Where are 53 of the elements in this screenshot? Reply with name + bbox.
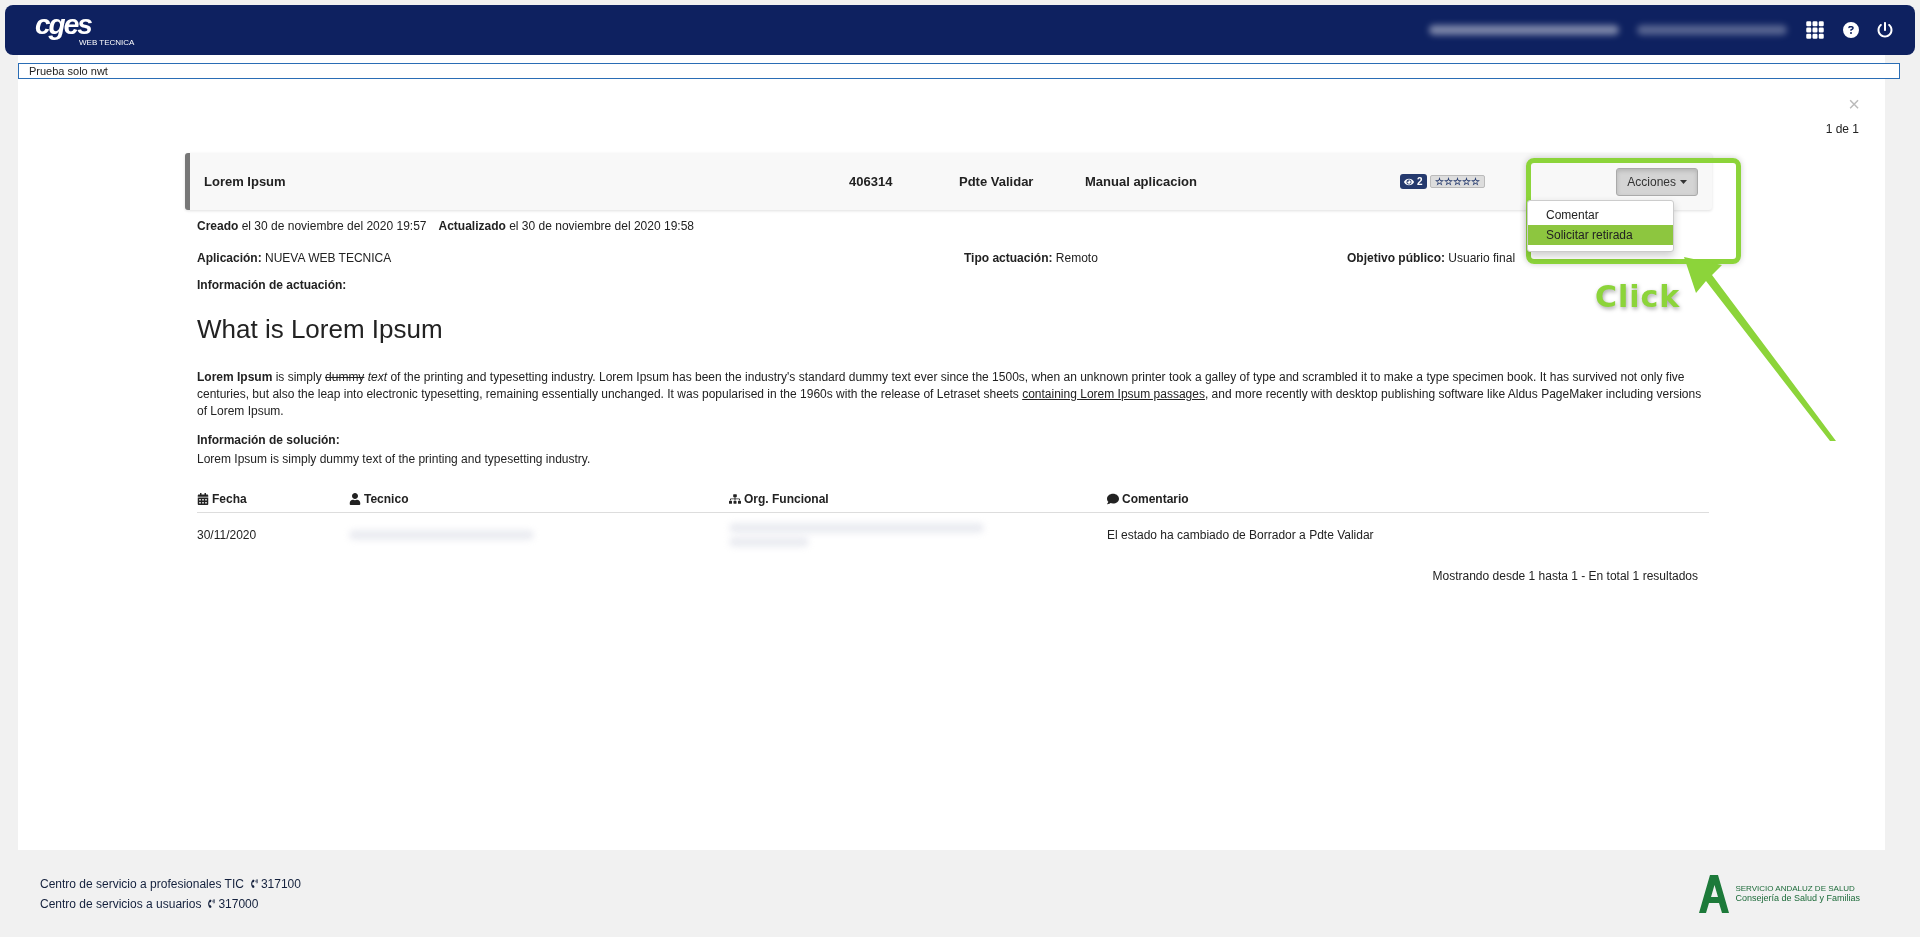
- menu-item[interactable]: Solicitar retirada: [1528, 224, 1673, 245]
- section-label: Información de solución:: [196, 432, 341, 447]
- contact-label: Centro de servicio a profesionales TIC: [40, 876, 244, 891]
- section-label: Información de actuación:: [196, 277, 348, 292]
- hierarchy-icon: [729, 493, 741, 505]
- apps-grid-icon[interactable]: [1805, 20, 1825, 40]
- record-status: Pdte Validar: [959, 174, 1035, 189]
- views-badge: 2: [1400, 174, 1427, 189]
- speech-bubble-icon: [1107, 493, 1119, 505]
- column-header: Org. Funcional: [729, 492, 1107, 506]
- content-paragraph: Lorem Ipsum is simply dummy text of the printing and typesetting industry. Lorem Ipsum has been the industry's standard dummy text ever since the 1500s, when an unknown printer took a galley of type and scrambled it to make a type specimen book. It has survived not only five centuries, but also the leap into electronic typesetting, remaining essentially unchanged. It was popularised in the 1960s with the release of Letraset sheets containing Lorem Ipsum passages, and more recently with desktop publishing software like Aldus PageMaker including versions of Lorem Ipsum.: [197, 369, 1703, 420]
- phone-number: 317000: [218, 896, 259, 911]
- caret-icon: [1680, 179, 1687, 184]
- user-icon: [349, 493, 361, 505]
- record-type: Manual aplicacion: [1085, 174, 1198, 189]
- contact-label: Centro de servicios a usuarios: [40, 896, 202, 911]
- actions-button[interactable]: Acciones: [1616, 167, 1698, 196]
- table-cell-text: 30/11/2020: [197, 528, 258, 542]
- date-text: Creado el 30 de noviembre del 2020 19:57: [197, 219, 427, 233]
- callout-text: Click: [1595, 279, 1681, 314]
- pager-text: 1 de 1: [1825, 122, 1859, 136]
- passages-link[interactable]: containing Lorem Ipsum passages: [1022, 387, 1205, 401]
- star-icon: ☆: [1461, 176, 1471, 187]
- phone-icon: [207, 899, 217, 908]
- brand-subtitle: Consejería de Salud y Familias: [1735, 893, 1860, 903]
- phone-number: 317100: [260, 876, 301, 891]
- table-cell-text: El estado ha cambiado de Borrador a Pdte Validar: [1107, 528, 1375, 542]
- star-icon: ☆: [1443, 176, 1453, 187]
- record-title: Lorem Ipsum: [204, 174, 287, 189]
- content-heading: What is Lorem Ipsum: [197, 314, 444, 345]
- field-text: Tipo actuación: Remoto: [964, 251, 1099, 265]
- column-header: Fecha: [197, 492, 349, 506]
- field-text: Aplicación: NUEVA WEB TECNICA: [197, 251, 393, 265]
- results-summary: Mostrando desde 1 hasta 1 - En total 1 resultados: [1432, 569, 1698, 583]
- star-icon: ☆: [1452, 176, 1462, 187]
- record-number: 406314: [849, 174, 894, 189]
- calendar-icon: [197, 493, 209, 505]
- menu-item[interactable]: Comentar: [1528, 204, 1673, 225]
- date-text: Actualizado el 30 de noviembre del 2020 19:58: [438, 219, 694, 233]
- column-header: Tecnico: [349, 492, 729, 506]
- help-icon[interactable]: [1843, 22, 1859, 38]
- power-icon[interactable]: [1877, 22, 1893, 38]
- phone-icon: [249, 879, 259, 888]
- logo-subtitle: WEB TECNICA: [79, 38, 135, 47]
- notice-field[interactable]: Prueba solo nwt: [18, 63, 1900, 79]
- brand-name: SERVICIO ANDALUZ DE SALUD: [1735, 884, 1856, 893]
- column-header: Comentario: [1107, 492, 1709, 506]
- brand-logo-icon: [1699, 874, 1730, 913]
- solution-text: Lorem Ipsum is simply dummy text of the printing and typesetting industry.: [196, 451, 592, 466]
- star-icon: ☆: [1470, 176, 1480, 187]
- eye-icon: [1404, 176, 1414, 187]
- star-icon: ☆: [1434, 176, 1444, 187]
- field-text: Objetivo público: Usuario final: [1347, 251, 1517, 265]
